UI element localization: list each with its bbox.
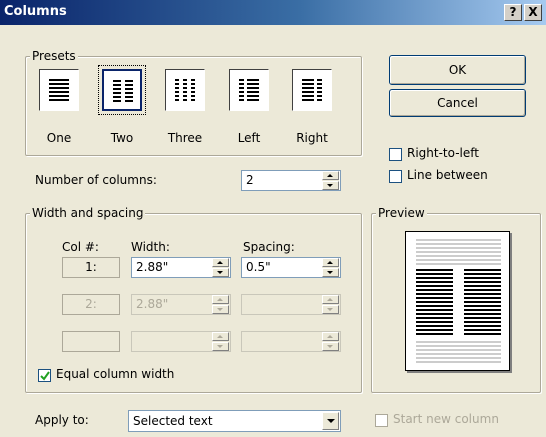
spin-down-icon[interactable]	[322, 268, 339, 277]
right-to-left-checkbox[interactable]	[389, 148, 402, 161]
equal-column-width-label: Equal column width	[56, 367, 175, 381]
right-to-left-label: Right-to-left	[407, 146, 479, 160]
preset-one-button[interactable]	[39, 69, 79, 111]
spin-down-icon	[322, 342, 339, 351]
preset-two-button[interactable]	[98, 65, 146, 115]
preset-left-label: Left	[237, 131, 261, 145]
one-column-icon	[49, 79, 69, 101]
chevron-down-icon[interactable]	[322, 412, 339, 430]
spin-up-icon	[212, 295, 229, 304]
number-of-columns-spinner[interactable]	[322, 171, 339, 190]
col-number-header: Col #:	[62, 240, 99, 254]
preset-three-button[interactable]	[165, 69, 205, 111]
number-of-columns-label: Number of columns:	[35, 173, 157, 187]
spin-down-icon	[212, 342, 229, 351]
help-button[interactable]: ?	[504, 4, 522, 21]
col-1-spacing-spinner[interactable]	[322, 258, 339, 277]
col-row-1-label: 1:	[62, 257, 120, 278]
dialog-title: Columns	[4, 4, 67, 19]
spin-down-icon	[322, 305, 339, 314]
preset-right-button[interactable]	[292, 69, 332, 111]
width-spacing-group-label: Width and spacing	[30, 206, 146, 220]
apply-to-label: Apply to:	[35, 413, 89, 427]
two-column-preview-icon	[416, 239, 501, 363]
start-new-column-label: Start new column	[393, 412, 499, 426]
col-2-width-spinner	[212, 295, 229, 314]
equal-column-width-checkbox[interactable]	[38, 369, 51, 382]
cancel-button[interactable]: Cancel	[389, 89, 526, 117]
start-new-column-checkbox	[375, 414, 388, 427]
title-bar[interactable]: Columns ? X	[0, 0, 546, 25]
spin-down-icon	[212, 305, 229, 314]
spacing-header: Spacing:	[243, 240, 295, 254]
spin-up-icon	[322, 332, 339, 341]
preview-group-label: Preview	[376, 206, 427, 220]
spin-up-icon[interactable]	[212, 258, 229, 267]
apply-to-value: Selected text	[133, 414, 213, 428]
col-1-width-spinner[interactable]	[212, 258, 229, 277]
line-between-label: Line between	[407, 168, 488, 182]
presets-group-label: Presets	[30, 49, 78, 63]
three-column-icon	[175, 79, 195, 101]
col-3-spacing-spinner	[322, 332, 339, 351]
apply-to-select[interactable]: Selected text	[128, 410, 341, 432]
close-button[interactable]: X	[524, 4, 542, 21]
two-column-icon	[113, 80, 133, 102]
col-row-3-label	[62, 331, 120, 352]
preset-two-label: Two	[110, 131, 134, 145]
spin-down-icon[interactable]	[212, 268, 229, 277]
width-header: Width:	[131, 240, 170, 254]
left-column-icon	[239, 79, 259, 101]
preset-one-label: One	[46, 131, 72, 145]
right-column-icon	[302, 79, 322, 101]
col-row-2-label: 2:	[62, 294, 120, 315]
ok-button[interactable]: OK	[389, 55, 526, 85]
line-between-checkbox[interactable]	[389, 170, 402, 183]
spin-up-icon[interactable]	[322, 258, 339, 267]
preset-three-label: Three	[167, 131, 203, 145]
preset-right-label: Right	[296, 131, 328, 145]
spin-down-icon[interactable]	[322, 181, 339, 190]
col-2-spacing-spinner	[322, 295, 339, 314]
spin-up-icon	[322, 295, 339, 304]
preview-page	[405, 231, 510, 371]
col-3-width-spinner	[212, 332, 229, 351]
checkmark-icon	[40, 371, 50, 381]
spin-up-icon	[212, 332, 229, 341]
spin-up-icon[interactable]	[322, 171, 339, 180]
columns-dialog: Columns ? X Presets One Two Three Left R…	[0, 0, 546, 437]
preset-left-button[interactable]	[229, 69, 269, 111]
